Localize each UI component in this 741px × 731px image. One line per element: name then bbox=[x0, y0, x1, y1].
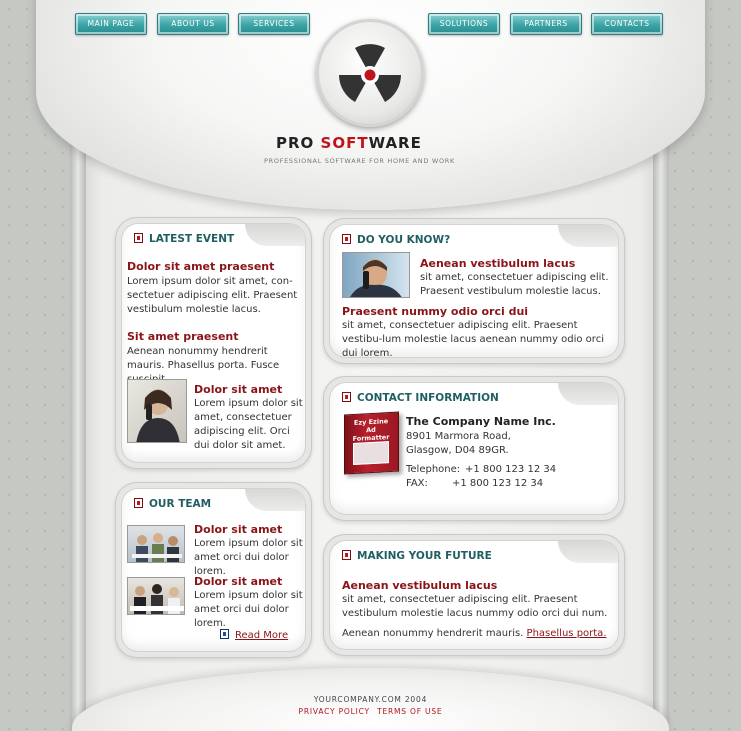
fax-label: FAX: bbox=[406, 478, 428, 489]
fax-value: +1 800 123 12 34 bbox=[452, 478, 544, 489]
brand-name: PRO SOFTWARE bbox=[276, 134, 422, 152]
contact-title: Contact Information bbox=[342, 392, 499, 404]
woman-phone-photo bbox=[127, 379, 187, 443]
bullet-icon bbox=[134, 498, 143, 508]
read-more-link[interactable]: Read More bbox=[235, 630, 288, 641]
latest-event-text-1: Lorem ipsum dolor sit amet, con-sectetue… bbox=[127, 276, 298, 315]
team-photo-2 bbox=[127, 577, 185, 615]
bullet-icon bbox=[342, 550, 351, 560]
team-photo-1 bbox=[127, 525, 185, 563]
latest-event-text-3: Lorem ipsum dolor sit amet, consectetuer… bbox=[194, 398, 303, 451]
nav-solutions[interactable]: Solutions bbox=[428, 13, 500, 35]
terms-of-use-link[interactable]: Terms of Use bbox=[377, 707, 442, 716]
nav-services[interactable]: Services bbox=[238, 13, 310, 35]
footer-copyright: YourCompany.com 2004 bbox=[313, 695, 428, 704]
nav-partners[interactable]: Partners bbox=[510, 13, 582, 35]
footer-links: Privacy Policy Terms of Use bbox=[0, 707, 741, 716]
telephone-label: Telephone: bbox=[406, 464, 461, 475]
dyk-heading-1: Aenean vestibulum lacus bbox=[420, 257, 576, 270]
future-text-2: Aenean nonummy hendrerit mauris. Phasell… bbox=[342, 628, 607, 639]
frame-right-rail bbox=[653, 60, 669, 731]
radiation-logo-icon bbox=[316, 19, 424, 127]
telephone-value: +1 800 123 12 34 bbox=[465, 464, 557, 475]
future-heading: Aenean vestibulum lacus bbox=[342, 579, 498, 592]
do-you-know-panel: Do You Know? Aenean vestibulum lacus sit… bbox=[323, 218, 625, 364]
nav-about-us[interactable]: About Us bbox=[157, 13, 229, 35]
contact-panel: Contact Information Ezy Ezine Ad Formatt… bbox=[323, 376, 625, 521]
latest-event-panel: Latest Event Dolor sit amet praesent Lor… bbox=[115, 217, 312, 469]
dyk-heading-2: Praesent nummy odio orci dui bbox=[342, 305, 529, 318]
do-you-know-title: Do You Know? bbox=[342, 234, 450, 246]
address-line-2: Glasgow, D04 89GR. bbox=[406, 445, 509, 456]
nav-contacts[interactable]: Contacts bbox=[591, 13, 663, 35]
bullet-icon bbox=[134, 233, 143, 243]
read-more-link-wrap[interactable]: Read More bbox=[220, 629, 288, 643]
company-name: The Company Name Inc. bbox=[406, 415, 556, 428]
frame-left-rail bbox=[70, 60, 86, 731]
phasellus-link[interactable]: Phasellus porta. bbox=[527, 628, 607, 639]
team-text-1: Lorem ipsum dolor sit amet orci dui dolo… bbox=[194, 538, 303, 577]
our-team-panel: Our Team Dolor sit amet Lorem ipsum dolo… bbox=[115, 482, 312, 658]
latest-event-heading-3: Dolor sit amet bbox=[194, 383, 283, 396]
latest-event-heading-2: Sit amet praesent bbox=[127, 330, 239, 343]
our-team-title: Our Team bbox=[134, 498, 211, 510]
bullet-icon bbox=[342, 392, 351, 402]
team-text-2: Lorem ipsum dolor sit amet orci dui dolo… bbox=[194, 590, 303, 629]
future-text: sit amet, consectetuer adipiscing elit. … bbox=[342, 594, 608, 619]
team-heading-1: Dolor sit amet bbox=[194, 523, 283, 536]
address-line-1: 8901 Marmora Road, bbox=[406, 431, 511, 442]
man-phone-photo bbox=[342, 252, 410, 298]
brand-tagline: Professional software for home and work bbox=[264, 157, 455, 165]
software-box-image: Ezy Ezine Ad Formatter bbox=[344, 411, 399, 475]
latest-event-heading-1: Dolor sit amet praesent bbox=[127, 260, 275, 273]
latest-event-title: Latest Event bbox=[134, 233, 234, 245]
software-box-label: Ezy Ezine Ad Formatter bbox=[352, 417, 390, 443]
read-more-icon bbox=[220, 629, 229, 639]
privacy-policy-link[interactable]: Privacy Policy bbox=[299, 707, 370, 716]
bullet-icon bbox=[342, 234, 351, 244]
dyk-text-1: sit amet, consectetuer adipiscing elit. … bbox=[420, 272, 609, 297]
future-title: Making Your Future bbox=[342, 550, 492, 562]
nav-main-page[interactable]: Main Page bbox=[75, 13, 147, 35]
dyk-text-2: sit amet, consectetuer adipiscing elit. … bbox=[342, 320, 604, 357]
future-panel: Making Your Future Aenean vestibulum lac… bbox=[323, 534, 625, 656]
team-heading-2: Dolor sit amet bbox=[194, 575, 283, 588]
